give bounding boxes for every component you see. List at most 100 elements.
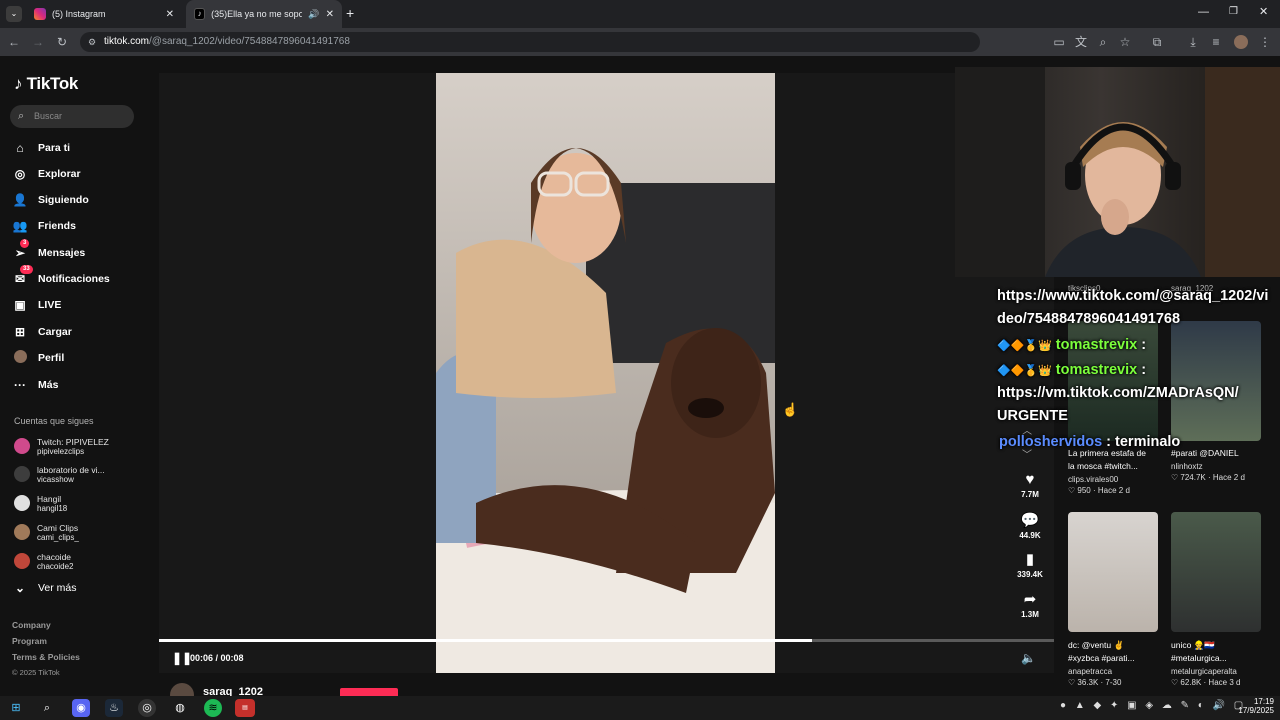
site-info-icon[interactable]: ⚙ <box>88 32 96 52</box>
profile-avatar[interactable] <box>1234 35 1248 49</box>
footer-terms-link[interactable]: Terms & Policies <box>12 652 80 662</box>
rec-item-info[interactable]: dc: @ventu ✌ #xyzbca #parati... anapetra… <box>1068 639 1163 687</box>
menu-kebab-icon[interactable]: ⋮ <box>1256 33 1274 51</box>
footer-program-link[interactable]: Program <box>12 636 47 646</box>
heart-icon: ♥ <box>1025 471 1035 488</box>
discord-icon[interactable]: ◉ <box>72 699 90 717</box>
notifications-icon: ✉ 33 <box>12 265 33 286</box>
video-time: 00:06 / 00:08 <box>190 653 244 663</box>
footer-company-link[interactable]: Company <box>12 620 51 630</box>
reload-icon[interactable]: ↻ <box>53 33 71 51</box>
bookmark-star-icon[interactable]: ☆ <box>1116 33 1134 51</box>
address-bar[interactable]: ⚙ tiktok.com/@saraq_1202/video/754884789… <box>80 32 980 52</box>
taskbar-clock[interactable]: 17:19 17/9/2025 <box>1238 697 1274 715</box>
account-item[interactable]: Cami Clips cami_clips_ <box>14 519 144 545</box>
chevron-down-icon: ⌄ <box>14 581 26 595</box>
extensions-icon[interactable]: ⧉ <box>1148 33 1166 51</box>
chat-message: 🔷🔶🥇👑 tomastrevix: <box>997 362 1147 378</box>
rec-thumbnail[interactable] <box>1171 321 1261 441</box>
windows-start-icon[interactable]: ⊞ <box>7 699 25 717</box>
nav-siguiendo[interactable]: 👤 Siguiendo <box>12 190 147 210</box>
like-button[interactable]: ♥ 7.7M <box>1010 471 1050 499</box>
mouse-cursor-icon: ☝ <box>782 402 799 417</box>
obs-icon[interactable]: ◍ <box>171 699 189 717</box>
forward-icon[interactable]: → <box>29 33 47 51</box>
nav-mensajes[interactable]: ➢ 3 Mensajes <box>12 239 147 263</box>
tiktok-icon: ♪ <box>194 8 206 20</box>
account-item[interactable]: Hangil hangil18 <box>14 490 144 516</box>
browser-tab-strip: ⌄ (5) Instagram ✕ ♪ (35)Ella ya no me so… <box>0 0 1280 28</box>
browser-tab-instagram[interactable]: (5) Instagram ✕ <box>26 0 182 28</box>
rec-item-info[interactable]: unico 👷‍♂️🇵🇾 #metalurgica... metalurgica… <box>1171 639 1266 687</box>
compass-icon: ◎ <box>14 167 26 181</box>
browser-tab-tiktok[interactable]: ♪ (35)Ella ya no me soporta j... 🔊 ✕ <box>186 0 342 28</box>
footer-copyright: © 2025 TikTok <box>12 668 60 677</box>
comment-button[interactable]: 💬 44.9K <box>1010 511 1050 540</box>
cast-icon[interactable]: ▭ <box>1050 33 1068 51</box>
nav-mas[interactable]: ··· Más <box>12 375 147 395</box>
rec-thumbnail[interactable] <box>1171 512 1261 632</box>
app-icon[interactable]: ▤ <box>235 699 255 717</box>
following-section-title: Cuentas que sigues <box>14 416 94 426</box>
following-icon: 👤 <box>12 193 28 207</box>
chat-message: polloshervidos : terminalo <box>999 434 1181 450</box>
zoom-icon[interactable]: ⌕ <box>1094 33 1112 51</box>
steam-icon[interactable]: ♨ <box>105 699 123 717</box>
chat-message: https://www.tiktok.com/@saraq_1202/vi <box>997 288 1269 304</box>
taskbar-search-icon[interactable]: ⌕ <box>38 699 56 717</box>
chat-message: URGENTE <box>997 408 1068 424</box>
video-progress-bar[interactable] <box>159 639 1054 642</box>
close-window-icon[interactable]: ✕ <box>1259 5 1268 18</box>
nav-cargar[interactable]: ⊞ Cargar <box>12 322 147 342</box>
share-icon: ➦ <box>1023 591 1037 608</box>
see-more-button[interactable]: ⌄ Ver más <box>12 578 147 598</box>
rec-thumbnail[interactable] <box>1068 512 1158 632</box>
nav-explorar[interactable]: ◎ Explorar <box>12 164 147 184</box>
more-icon: ··· <box>14 378 26 392</box>
translate-icon[interactable]: 文 <box>1072 33 1090 51</box>
messages-icon: ➢ 3 <box>12 239 30 260</box>
speaker-icon[interactable]: 🔊 <box>308 9 319 20</box>
tiktok-logo[interactable]: ♪ TikTok <box>14 74 78 94</box>
account-item[interactable]: Twitch: PIPIVELEZ pipivelezclips <box>14 433 144 459</box>
messages-badge: 3 <box>20 239 30 248</box>
nav-notificaciones[interactable]: ✉ 33 Notificaciones <box>12 265 147 289</box>
close-tab-icon[interactable]: ✕ <box>166 9 174 20</box>
reading-list-icon[interactable]: ≡ <box>1207 33 1225 51</box>
close-tab-icon[interactable]: ✕ <box>326 9 334 20</box>
share-button[interactable]: ➦ 1.3M <box>1010 590 1050 619</box>
nav-friends[interactable]: 👥 Friends <box>12 216 147 236</box>
rec-item-info[interactable]: La primera estafa de la mosca #twitch...… <box>1068 447 1163 495</box>
nav-para-ti[interactable]: ⌂ Para ti <box>12 138 147 158</box>
minimize-icon[interactable]: — <box>1198 6 1209 18</box>
profile-icon <box>12 350 28 366</box>
tiktok-note-icon: ♪ <box>14 74 23 93</box>
video-content-image <box>436 73 775 673</box>
spotify-icon[interactable]: ≋ <box>204 699 222 717</box>
account-item[interactable]: laboratorio de vi... vicasshow <box>14 461 144 487</box>
bookmark-button[interactable]: ▮ 339.4K <box>1010 550 1050 579</box>
nav-perfil[interactable]: Perfil <box>12 348 147 368</box>
restore-icon[interactable]: ❐ <box>1229 6 1238 17</box>
back-icon[interactable]: ← <box>5 33 23 51</box>
avatar <box>14 438 30 454</box>
bookmark-icon: ▮ <box>1025 551 1035 568</box>
new-tab-button[interactable]: + <box>346 5 354 21</box>
heart-outline-icon: ♡ <box>1171 473 1179 482</box>
search-input[interactable]: ⌕ Buscar <box>10 105 134 128</box>
download-icon[interactable]: ⤓ <box>1184 33 1202 51</box>
tab-search-button[interactable]: ⌄ <box>6 6 22 22</box>
system-tray-icons[interactable]: ● ▲ ◆ ✦ ▣ ◈ ☁ ✎ ◐ 🔊 ▢ <box>1060 700 1246 711</box>
rec-item-info[interactable]: #parati @DANIEL nlinhoxtz ♡ 724.7K · Hac… <box>1171 447 1266 482</box>
account-item[interactable]: chacoide chacoide2 <box>14 548 144 574</box>
volume-icon[interactable]: 🔈 <box>1021 651 1036 665</box>
webcam-image <box>955 67 1280 277</box>
comment-icon: 💬 <box>1020 512 1040 529</box>
avatar <box>14 553 30 569</box>
nav-live[interactable]: ▣ LIVE <box>12 295 147 315</box>
notifications-badge: 33 <box>20 265 33 274</box>
avatar <box>14 466 30 482</box>
video-frame[interactable] <box>436 73 775 673</box>
chrome-icon[interactable]: ◎ <box>138 699 156 717</box>
chat-message: https://vm.tiktok.com/ZMADrAsQN/ <box>997 385 1239 401</box>
